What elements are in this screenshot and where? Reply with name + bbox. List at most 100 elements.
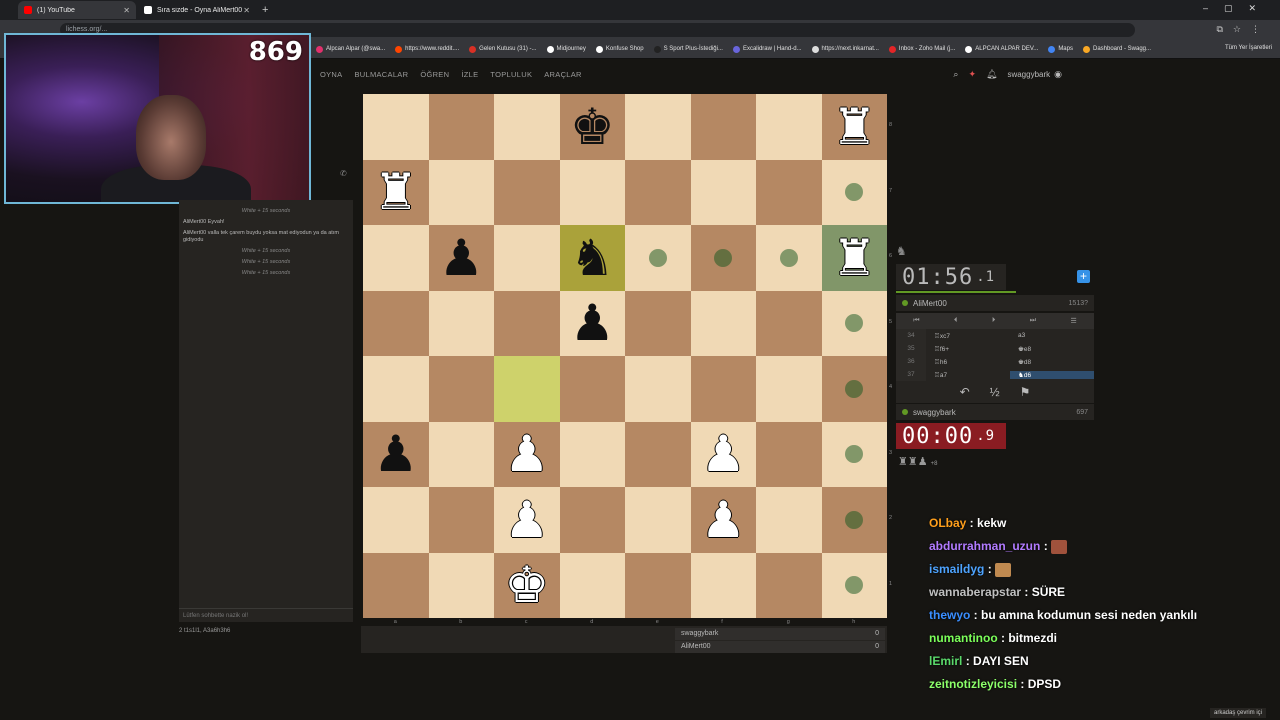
square-c7[interactable] <box>494 159 560 225</box>
move-destination-dot[interactable] <box>714 248 733 267</box>
extension-icons[interactable]: ⧉☆⋮ <box>1217 24 1271 35</box>
square-e7[interactable] <box>625 159 691 225</box>
white-piece-c2[interactable]: ♟ <box>494 487 560 553</box>
square-c6[interactable] <box>494 225 560 291</box>
square-g3[interactable] <box>756 421 822 487</box>
white-move[interactable]: ♖f6+ <box>926 345 1010 353</box>
square-d3[interactable] <box>559 421 625 487</box>
bookmark-item[interactable]: Inbox - Zoho Mail (j... <box>888 45 955 53</box>
challenge-icon[interactable]: ✦ <box>968 69 976 80</box>
bookmark-item[interactable]: Dashboard - Swagg... <box>1082 45 1151 53</box>
square-e4[interactable] <box>625 356 691 422</box>
square-c5[interactable] <box>494 290 560 356</box>
square-c8[interactable] <box>494 94 560 160</box>
white-move[interactable]: ♖a7 <box>926 371 1010 379</box>
close-tab-icon[interactable]: ✕ <box>123 6 130 15</box>
offer-draw-icon[interactable]: ½ <box>990 385 1000 399</box>
username-link[interactable]: swaggybark <box>1007 70 1050 79</box>
white-piece-a7[interactable]: ♜ <box>363 160 429 226</box>
nav-item[interactable]: BULMACALAR <box>354 70 408 79</box>
black-piece-d8[interactable]: ♚ <box>560 94 626 160</box>
white-move[interactable]: ♖h6 <box>926 358 1010 366</box>
prev-move-icon[interactable]: ⏴ <box>954 317 958 325</box>
nav-item[interactable]: ARAÇLAR <box>544 70 582 79</box>
square-g4[interactable] <box>756 356 822 422</box>
move-destination-dot[interactable] <box>648 248 667 267</box>
square-e3[interactable] <box>625 421 691 487</box>
nav-item[interactable]: ÖĞREN <box>420 70 449 79</box>
move-destination-dot[interactable] <box>845 379 864 398</box>
friends-online[interactable]: arkadaş çevrim içi <box>1209 708 1266 718</box>
bookmark-item[interactable]: ALPCAN ALPAR DEV... <box>965 45 1038 53</box>
square-e5[interactable] <box>625 290 691 356</box>
resign-flag-icon[interactable]: ⚑ <box>1020 385 1031 399</box>
white-piece-f3[interactable]: ♟ <box>691 422 757 488</box>
bookmark-item[interactable]: S Sport Plus-İstediği... <box>653 45 723 53</box>
square-b4[interactable] <box>428 356 494 422</box>
all-bookmarks-button[interactable]: Tüm Yer İşaretleri <box>1225 45 1272 51</box>
bookmark-item[interactable]: Konfuse Shop <box>595 45 644 53</box>
black-piece-b6[interactable]: ♟ <box>429 225 495 291</box>
square-b2[interactable] <box>428 487 494 553</box>
square-a1[interactable] <box>363 552 429 618</box>
bookmark-item[interactable]: Excalidraw | Hand-d... <box>732 45 802 53</box>
black-move[interactable]: ♚e8 <box>1010 345 1094 353</box>
search-icon[interactable]: ⌕ <box>953 69 958 80</box>
move-destination-dot[interactable] <box>779 248 798 267</box>
window-controls[interactable]: –▢✕ <box>1203 3 1272 14</box>
nav-item[interactable]: İZLE <box>461 70 478 79</box>
black-piece-d5[interactable]: ♟ <box>560 291 626 357</box>
notification-bell-icon[interactable]: 🔔︎ <box>986 69 997 80</box>
black-move[interactable]: a3 <box>1010 332 1094 339</box>
nav-item[interactable]: OYNA <box>320 70 342 79</box>
square-a5[interactable] <box>363 290 429 356</box>
white-piece-c1[interactable]: ♚ <box>494 553 560 619</box>
black-move[interactable]: ♞d6 <box>1010 370 1094 379</box>
square-e1[interactable] <box>625 552 691 618</box>
square-f1[interactable] <box>690 552 756 618</box>
phone-icon[interactable]: ✆ <box>340 169 347 178</box>
last-move-icon[interactable]: ⏭ <box>1030 317 1036 325</box>
player-name[interactable]: AliMert00 <box>913 299 947 308</box>
opponent-player[interactable]: AliMert00 1513? <box>896 295 1094 311</box>
square-f8[interactable] <box>690 94 756 160</box>
square-g5[interactable] <box>756 290 822 356</box>
bookmark-item[interactable]: Midjourney <box>546 45 586 53</box>
square-d2[interactable] <box>559 487 625 553</box>
square-d1[interactable] <box>559 552 625 618</box>
white-piece-f2[interactable]: ♟ <box>691 487 757 553</box>
my-player[interactable]: swaggybark 697 <box>896 404 1094 420</box>
square-e2[interactable] <box>625 487 691 553</box>
black-move[interactable]: ♚d8 <box>1010 358 1094 366</box>
square-g1[interactable] <box>756 552 822 618</box>
white-piece-h6[interactable]: ♜ <box>822 225 888 291</box>
move-destination-dot[interactable] <box>845 510 864 529</box>
square-d7[interactable] <box>559 159 625 225</box>
chat-input[interactable]: Lütfen sohbette nazik ol! <box>179 608 353 622</box>
square-f5[interactable] <box>690 290 756 356</box>
square-f7[interactable] <box>690 159 756 225</box>
square-b5[interactable] <box>428 290 494 356</box>
close-tab-icon[interactable]: ✕ <box>243 6 250 15</box>
bookmark-item[interactable]: https://www.reddit.... <box>395 45 459 53</box>
square-c4[interactable] <box>494 356 560 422</box>
tab-lichess[interactable]: Sıra sizde - Oyna AliMert00 ✕ <box>138 1 256 19</box>
first-move-icon[interactable]: ⏮ <box>913 317 919 325</box>
bookmark-item[interactable]: Gelen Kutusu (31) -... <box>469 45 537 53</box>
square-a8[interactable] <box>363 94 429 160</box>
bookmark-item[interactable]: Alpcan Alpar (@swa... <box>316 45 385 53</box>
player-name[interactable]: swaggybark <box>913 408 956 417</box>
chess-board[interactable]: ♚ ♜ ♜ ♟ ♞ ♜ ♟ ♟ ♟ ♟ ♟ ♟ ♚ <box>363 94 887 618</box>
white-piece-c3[interactable]: ♟ <box>494 422 560 488</box>
square-g7[interactable] <box>756 159 822 225</box>
square-e8[interactable] <box>625 94 691 160</box>
square-a6[interactable] <box>363 225 429 291</box>
square-g8[interactable] <box>756 94 822 160</box>
new-tab-button[interactable]: + <box>262 4 268 16</box>
square-b1[interactable] <box>428 552 494 618</box>
bookmark-item[interactable]: Maps <box>1048 45 1073 53</box>
square-a2[interactable] <box>363 487 429 553</box>
square-g2[interactable] <box>756 487 822 553</box>
square-b3[interactable] <box>428 421 494 487</box>
square-f4[interactable] <box>690 356 756 422</box>
